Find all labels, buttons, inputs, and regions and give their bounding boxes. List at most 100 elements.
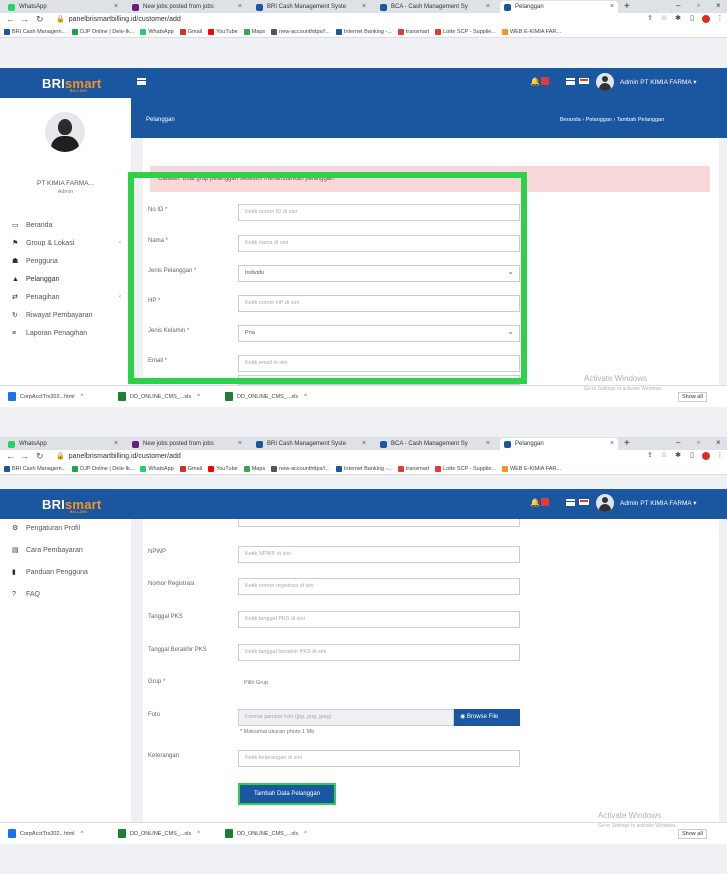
download-item[interactable]: DD_ONLINE_CMS_...xls ^ [118,392,200,401]
avatar[interactable] [596,494,614,512]
back-icon[interactable]: ← [6,451,15,461]
alamat-input-bottom[interactable] [238,519,520,527]
back-icon[interactable]: ← [6,14,15,24]
bookmark-item[interactable]: WEB E-KIMIA FAR... [501,465,561,472]
bookmark-item[interactable]: DJP Online | Dele-Ik... [72,28,134,35]
notification-icon[interactable]: 🔔 [530,77,540,86]
menu-dots-icon[interactable]: ⋮ [716,452,724,460]
reload-icon[interactable]: ↻ [36,451,44,462]
profile-icon[interactable] [702,15,710,23]
new-tab-button[interactable]: + [624,1,630,12]
chevron-up-icon[interactable]: ^ [81,394,84,400]
bookmark-item[interactable]: Lotte SCP - Supplie... [435,28,496,35]
bookmark-item[interactable]: WhatsApp [140,465,174,472]
submit-button[interactable]: Tambah Data Pelanggan [238,783,336,805]
share-icon[interactable]: ⇪ [646,452,654,460]
sidepanel-icon[interactable]: ▯ [688,452,696,460]
chevron-up-icon[interactable]: ^ [197,394,200,400]
forward-icon[interactable]: → [20,451,29,461]
extensions-icon[interactable]: ✱ [674,15,682,23]
tab-bca-cms[interactable]: BCA - Cash Management Sy × [376,1,494,13]
menu-icon[interactable] [566,499,575,506]
bookmark-item[interactable]: Lotte SCP - Supplie... [435,465,496,472]
extensions-icon[interactable]: ✱ [674,452,682,460]
minimize-icon[interactable]: – [676,1,680,10]
sidebar-item-faq[interactable]: ? FAQ [0,585,131,603]
sidebar-item-pelanggan[interactable]: ▲ Pelanggan [0,270,131,288]
sidebar-item-group-lokasi[interactable]: ⚑ Group & Lokasi ‹ [0,234,131,252]
bookmark-item[interactable]: transmart [397,28,429,35]
sidebar-item-pengaturan-profil[interactable]: ⚙ Pengaturan Profil [0,519,131,537]
language-flag-icon[interactable] [579,78,589,84]
maximize-icon[interactable]: ▫ [697,1,700,10]
sidebar-item-cara-pembayaran[interactable]: ▤ Cara Pembayaran [0,541,131,559]
tab-whatsapp[interactable]: WhatsApp × [4,1,122,13]
maximize-icon[interactable]: ▫ [697,438,700,447]
brismart-logo[interactable]: BRIsmart BILLING [42,76,101,93]
tab-jobs[interactable]: New jobs posted from jobs × [128,1,246,13]
window-close-icon[interactable]: × [716,1,721,10]
download-item[interactable]: DD_ONLINE_CMS_...xls ^ [225,392,307,401]
registrasi-input[interactable]: Ketik nomor registrasi di sini [238,578,520,595]
grup-select[interactable]: Pilih Grup [238,676,520,693]
reload-icon[interactable]: ↻ [36,14,44,25]
download-item[interactable]: DD_ONLINE_CMS_...xls ^ [118,829,200,838]
tab-bri-cms[interactable]: BRI Cash Management Syste × [252,1,370,13]
download-item[interactable]: DD_ONLINE_CMS_...xls ^ [225,829,307,838]
menu-icon[interactable] [566,78,575,85]
menu-dots-icon[interactable]: ⋮ [716,15,724,23]
bookmark-item[interactable]: DJP Online | Dele-Ik... [72,465,134,472]
npwp-input[interactable]: Ketik NPWP di sini [238,546,520,563]
sidebar-item-riwayat[interactable]: ↻ Riwayat Pembayaran [0,306,131,324]
sidepanel-icon[interactable]: ▯ [688,15,696,23]
profile-icon[interactable] [702,452,710,460]
avatar[interactable] [596,73,614,91]
bookmark-item[interactable]: Internet Banking -... [335,28,392,35]
chevron-up-icon[interactable]: ^ [304,831,307,837]
url-field[interactable]: 🔒 panelbrismartbilling.id/customer/add [56,451,616,462]
bookmark-item[interactable]: BRI Cash Managem... [4,28,66,35]
tanggal-pks-input[interactable]: Ketik tanggal PKS di sini [238,611,520,628]
bookmark-item[interactable]: new-accounthttps//... [271,28,330,35]
bookmark-item[interactable]: new-accounthttps//... [271,465,330,472]
star-icon[interactable]: ☆ [660,452,668,460]
sidebar-item-laporan[interactable]: ≡ Laporan Penagihan [0,324,131,342]
sidebar-item-beranda[interactable]: ▭ Beranda [0,216,131,234]
chevron-up-icon[interactable]: ^ [81,831,84,837]
share-icon[interactable]: ⇪ [646,15,654,23]
bookmark-item[interactable]: YouTube [208,465,238,472]
foto-file-input[interactable]: Format gambar foto (jpg, png, jpeg) [238,709,454,726]
keterangan-input[interactable]: Ketik keterangan di sini [238,750,520,767]
breadcrumb[interactable]: Beranda › Pelanggan › Tambah Pelanggan [560,117,664,123]
hamburger-icon[interactable] [137,78,146,85]
minimize-icon[interactable]: – [676,438,680,447]
tab-jobs[interactable]: New jobs posted from jobs × [128,438,246,450]
bookmark-item[interactable]: Gmail [179,465,202,472]
bookmark-item[interactable]: Internet Banking -... [335,465,392,472]
show-all-button[interactable]: Show all [678,829,707,839]
url-field[interactable]: 🔒 panelbrismartbilling.id/customer/add [56,14,616,25]
sidebar-item-pengguna[interactable]: ☗ Pengguna [0,252,131,270]
language-flag-icon[interactable] [579,499,589,505]
download-item[interactable]: CorpAcctTrx202...html ^ [8,829,83,838]
forward-icon[interactable]: → [20,14,29,24]
tab-bca-cms[interactable]: BCA - Cash Management Sy × [376,438,494,450]
close-icon[interactable]: × [238,3,242,10]
download-item[interactable]: CorpAcctTrx202...html ^ [8,392,83,401]
new-tab-button[interactable]: + [624,438,630,449]
sidebar-item-panduan[interactable]: ▮ Panduan Pengguna [0,563,131,581]
bookmark-item[interactable]: Maps [243,465,265,472]
close-icon[interactable]: × [610,440,614,447]
browse-file-button[interactable]: ◉ Browse File [454,709,520,726]
show-all-button[interactable]: Show all [678,392,707,402]
admin-name[interactable]: Admin PT KIMIA FARMA ▾ [620,78,696,86]
bookmark-item[interactable]: WhatsApp [140,28,174,35]
chevron-up-icon[interactable]: ^ [304,394,307,400]
sidebar-item-penagihan[interactable]: ⇄ Penagihan ‹ [0,288,131,306]
close-icon[interactable]: × [486,440,490,447]
tab-pelanggan[interactable]: Pelanggan × [500,438,618,450]
tab-bri-cms[interactable]: BRI Cash Management Syste × [252,438,370,450]
bookmark-item[interactable]: WEB E-KIMIA FAR... [501,28,561,35]
tab-whatsapp[interactable]: WhatsApp × [4,438,122,450]
bookmark-item[interactable]: transmart [397,465,429,472]
